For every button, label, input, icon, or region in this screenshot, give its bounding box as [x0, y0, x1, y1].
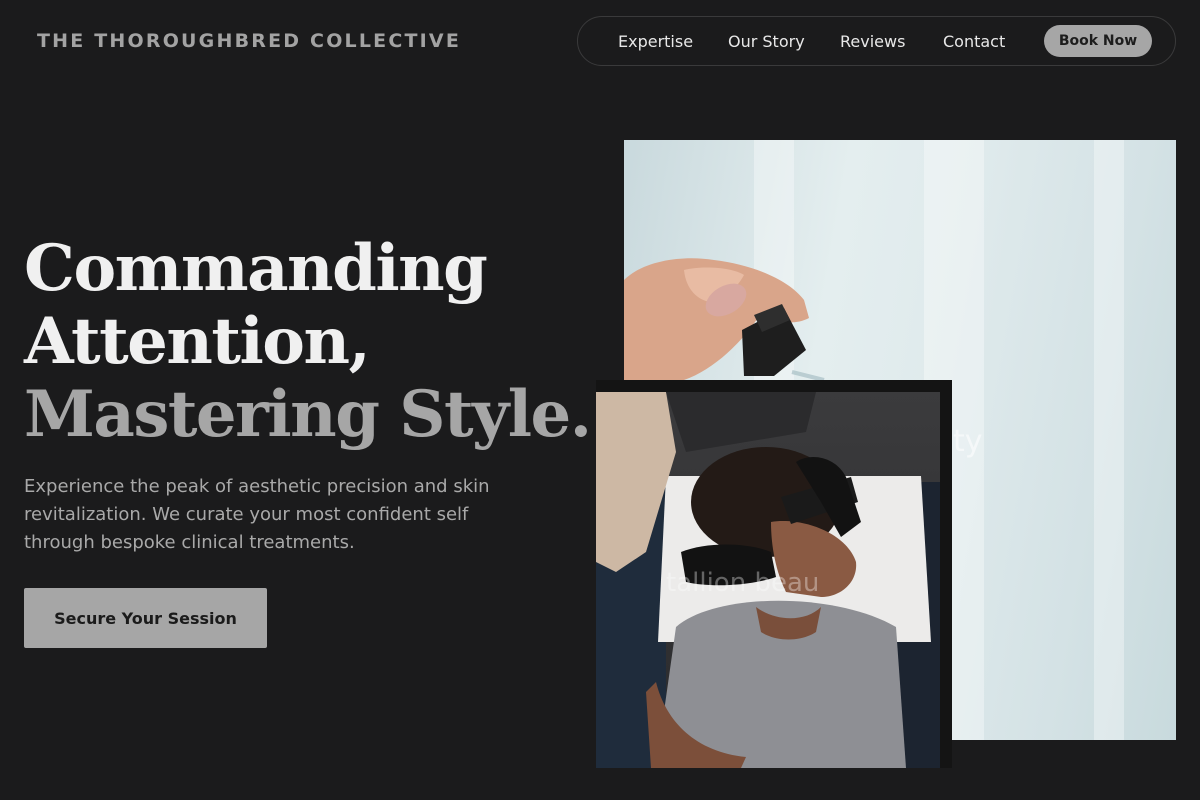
nav-link-expertise[interactable]: Expertise — [618, 32, 693, 51]
treatment-photo: tallion beau — [596, 392, 940, 768]
secure-session-button[interactable]: Secure Your Session — [24, 588, 267, 648]
nav-link-contact[interactable]: Contact — [943, 32, 1005, 51]
front-photo-overlay-text: tallion beau — [666, 568, 820, 598]
headline-line-2: Attention, — [24, 304, 371, 379]
nav-link-reviews[interactable]: Reviews — [840, 32, 905, 51]
hero-lead: Experience the peak of aesthetic precisi… — [24, 476, 490, 553]
brand-logo[interactable]: THE THOROUGHBRED COLLECTIVE — [37, 30, 461, 52]
hero-headline: Commanding Attention, Mastering Style. — [24, 231, 592, 452]
headline-line-1: Commanding — [24, 231, 488, 306]
nav-link-our-story[interactable]: Our Story — [728, 32, 805, 51]
main-nav: Expertise Our Story Reviews Contact Book… — [577, 16, 1176, 66]
headline-line-3: Mastering Style. — [24, 377, 592, 452]
page: THE THOROUGHBRED COLLECTIVE Expertise Ou… — [0, 0, 1200, 800]
book-now-button[interactable]: Book Now — [1044, 25, 1152, 57]
